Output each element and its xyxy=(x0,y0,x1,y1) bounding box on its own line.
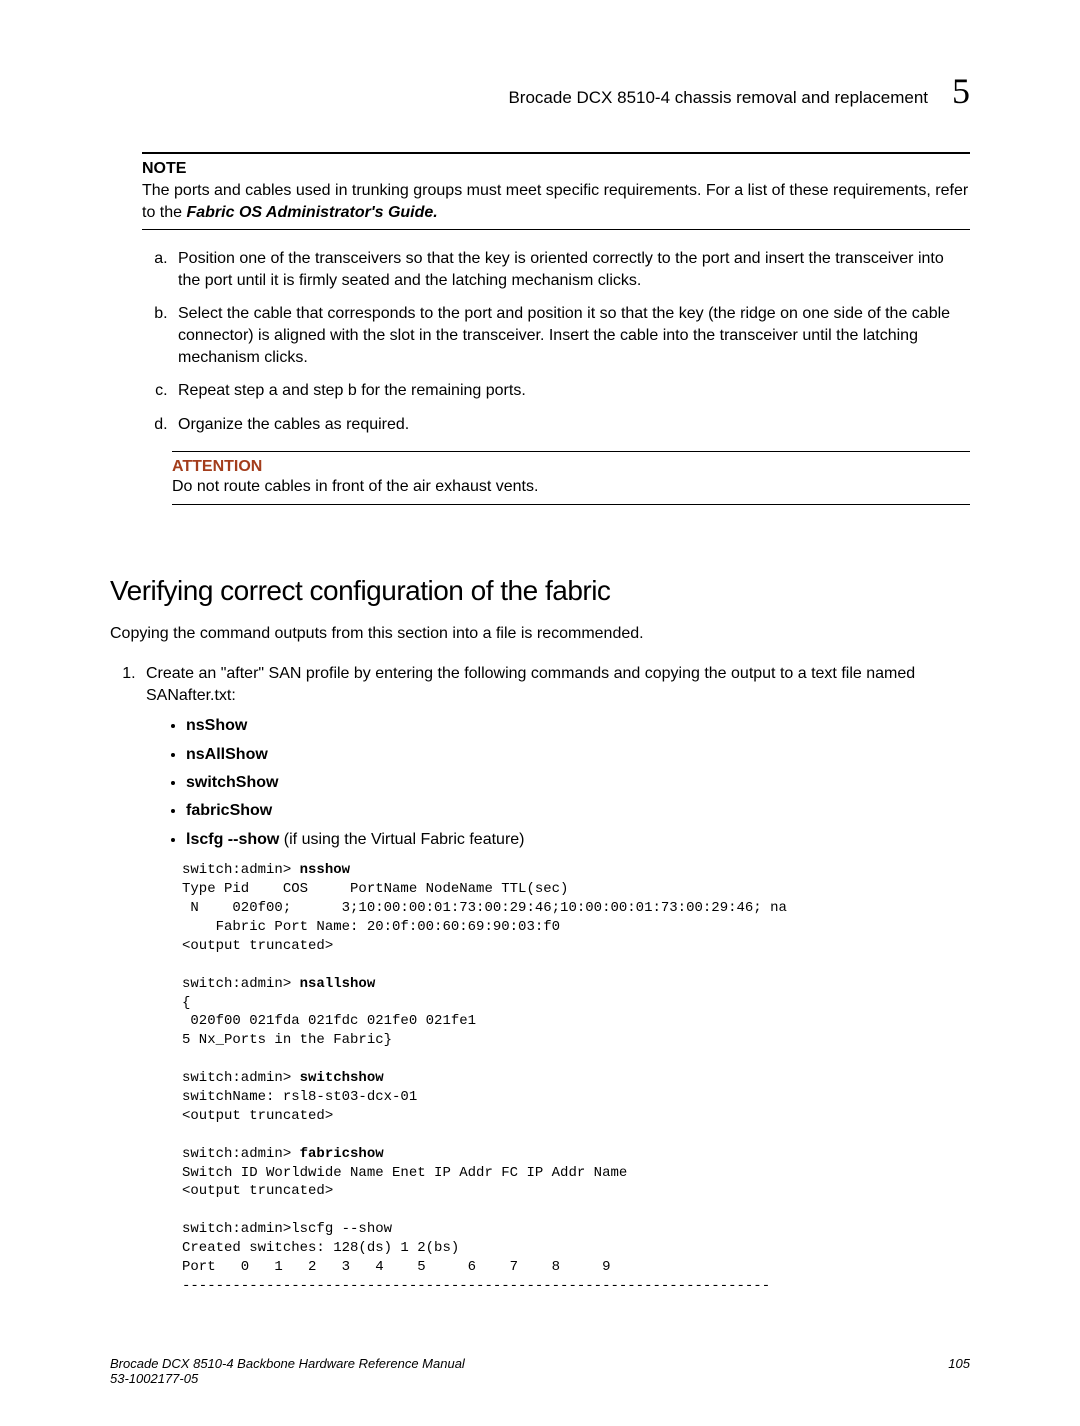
section-intro: Copying the command outputs from this se… xyxy=(110,623,970,645)
attention-block: ATTENTION Do not route cables in front o… xyxy=(172,451,970,505)
code-line: <output truncated> xyxy=(182,938,333,954)
step-1: Create an "after" SAN profile by enterin… xyxy=(140,663,970,1296)
code-line: 5 Nx_Ports in the Fabric} xyxy=(182,1032,392,1048)
code-line: <output truncated> xyxy=(182,1108,333,1124)
code-line: switchName: rsl8-st03-dcx-01 xyxy=(182,1089,417,1105)
substep-b: Select the cable that corresponds to the… xyxy=(172,303,970,368)
substep-a: Position one of the transceivers so that… xyxy=(172,248,970,291)
code-line: N 020f00; 3;10:00:00:01:73:00:29:46;10:0… xyxy=(182,900,787,916)
code-cmd: nsshow xyxy=(300,862,350,878)
cmd-suffix: (if using the Virtual Fabric feature) xyxy=(279,831,524,848)
cmd-item: switchShow xyxy=(186,772,970,794)
code-line: ----------------------------------------… xyxy=(182,1278,770,1294)
command-bullet-list: nsShow nsAllShow switchShow fabricShow l… xyxy=(146,715,970,851)
attention-label: ATTENTION xyxy=(172,458,970,476)
code-prompt: switch:admin> xyxy=(182,976,300,992)
page-header: Brocade DCX 8510-4 chassis removal and r… xyxy=(110,70,970,112)
code-prompt: switch:admin> xyxy=(182,1070,300,1086)
section-heading: Verifying correct configuration of the f… xyxy=(110,575,970,607)
code-line: Type Pid COS PortName NodeName TTL(sec) xyxy=(182,881,568,897)
note-block: NOTE The ports and cables used in trunki… xyxy=(142,152,970,230)
code-line: 020f00 021fda 021fdc 021fe0 021fe1 xyxy=(182,1013,476,1029)
cmd-item: nsAllShow xyxy=(186,744,970,766)
cmd-name: fabricShow xyxy=(186,802,272,819)
code-line: { xyxy=(182,995,190,1011)
code-line: switch:admin>lscfg --show xyxy=(182,1221,392,1237)
cmd-name: nsAllShow xyxy=(186,746,268,763)
cmd-item: lscfg --show (if using the Virtual Fabri… xyxy=(186,829,970,851)
page-footer: Brocade DCX 8510-4 Backbone Hardware Ref… xyxy=(110,1356,970,1386)
cmd-name: lscfg --show xyxy=(186,831,279,848)
code-cmd: fabricshow xyxy=(300,1146,384,1162)
code-line: Created switches: 128(ds) 1 2(bs) xyxy=(182,1240,459,1256)
cmd-name: switchShow xyxy=(186,774,278,791)
numbered-steps: Create an "after" SAN profile by enterin… xyxy=(110,663,970,1296)
code-output: switch:admin> nsshow Type Pid COS PortNa… xyxy=(182,861,970,1295)
code-cmd: nsallshow xyxy=(300,976,376,992)
footer-manual-title: Brocade DCX 8510-4 Backbone Hardware Ref… xyxy=(110,1356,465,1371)
note-label: NOTE xyxy=(142,160,970,178)
footer-page-number: 105 xyxy=(948,1356,970,1386)
note-text: The ports and cables used in trunking gr… xyxy=(142,180,970,223)
chapter-number: 5 xyxy=(952,70,970,112)
code-prompt: switch:admin> xyxy=(182,1146,300,1162)
code-cmd: switchshow xyxy=(300,1070,384,1086)
note-text-italic: Fabric OS Administrator's Guide. xyxy=(186,204,437,221)
footer-doc-number: 53-1002177-05 xyxy=(110,1371,465,1386)
substeps-list: Position one of the transceivers so that… xyxy=(142,248,970,435)
cmd-name: nsShow xyxy=(186,717,247,734)
code-prompt: switch:admin> xyxy=(182,862,300,878)
step-1-text: Create an "after" SAN profile by enterin… xyxy=(146,665,915,704)
header-title: Brocade DCX 8510-4 chassis removal and r… xyxy=(508,88,928,108)
substep-d: Organize the cables as required. xyxy=(172,414,970,436)
code-line: Switch ID Worldwide Name Enet IP Addr FC… xyxy=(182,1165,627,1181)
cmd-item: fabricShow xyxy=(186,800,970,822)
attention-text: Do not route cables in front of the air … xyxy=(172,476,970,498)
code-line: Port 0 1 2 3 4 5 6 7 8 9 xyxy=(182,1259,610,1275)
code-line: Fabric Port Name: 20:0f:00:60:69:90:03:f… xyxy=(182,919,560,935)
substep-c: Repeat step a and step b for the remaini… xyxy=(172,380,970,402)
code-line: <output truncated> xyxy=(182,1183,333,1199)
footer-left: Brocade DCX 8510-4 Backbone Hardware Ref… xyxy=(110,1356,465,1386)
cmd-item: nsShow xyxy=(186,715,970,737)
